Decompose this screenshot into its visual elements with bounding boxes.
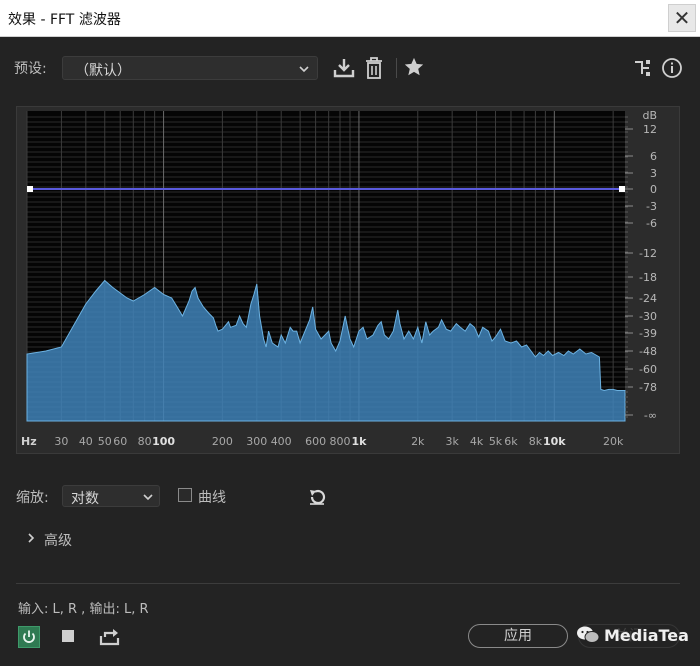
db-tick-label: -3 [646, 200, 657, 213]
footer-divider [16, 583, 680, 584]
apply-button[interactable]: 应用 [468, 624, 568, 648]
window-title: 效果 - FFT 滤波器 [8, 12, 121, 28]
db-tick-label: -6 [646, 217, 657, 230]
db-unit-label: dB [642, 109, 657, 122]
scale-dropdown[interactable]: 对数 [62, 485, 160, 507]
freq-tick-label: 4k [470, 435, 484, 448]
chevron-down-icon [143, 494, 153, 501]
freq-tick-label: 8k [529, 435, 543, 448]
curve-checkbox[interactable] [178, 488, 192, 502]
reset-icon[interactable] [307, 487, 327, 507]
db-tick-label: -48 [639, 345, 657, 358]
preset-dropdown[interactable]: （默认） [62, 56, 318, 80]
freq-tick-label: 60 [113, 435, 127, 448]
freq-tick-label: 10k [543, 435, 566, 448]
wechat-icon [577, 626, 600, 643]
filter-handle-right[interactable] [619, 186, 625, 192]
power-icon [23, 630, 35, 643]
freq-tick-label: 80 [138, 435, 152, 448]
title-bar: 效果 - FFT 滤波器 ✕ [0, 0, 700, 37]
freq-tick-label: 300 [246, 435, 267, 448]
watermark: MediaTea [570, 622, 697, 650]
freq-tick-label: 20k [603, 435, 624, 448]
freq-tick-label: 600 [305, 435, 326, 448]
freq-tick-label: 40 [79, 435, 93, 448]
db-tick-label: -24 [639, 292, 657, 305]
filter-handle-left[interactable] [27, 186, 33, 192]
save-preset-icon[interactable] [332, 56, 356, 80]
db-tick-label: 3 [650, 167, 657, 180]
preset-label: 预设: [14, 61, 47, 77]
star-favorite-icon[interactable] [403, 56, 425, 78]
freq-tick-label: 1k [351, 435, 367, 448]
db-tick-label: -∞ [644, 409, 657, 422]
chevron-down-icon [299, 66, 309, 73]
freq-tick-label: 3k [445, 435, 459, 448]
db-tick-label: -30 [639, 310, 657, 323]
curve-label: 曲线 [198, 490, 226, 506]
advanced-toggle[interactable]: 高级 [44, 530, 72, 550]
trash-icon[interactable] [363, 56, 385, 80]
scale-label: 缩放: [16, 490, 49, 506]
db-tick-label: -39 [639, 327, 657, 340]
fft-graph-panel: dB 12 6 3 0 -3 -6 -12 -18 -24 -30 -39 -48 -60 -78 -∞ H… [16, 106, 680, 454]
io-channels-text: 输入: L, R , 输出: L, R [18, 602, 149, 617]
freq-tick-label: 800 [330, 435, 351, 448]
loop-export-icon[interactable] [99, 627, 121, 647]
db-tick-label: -78 [639, 381, 657, 394]
freq-tick-label: 30 [54, 435, 68, 448]
stop-button[interactable] [62, 630, 74, 642]
freq-tick-label: 200 [212, 435, 233, 448]
db-tick-label: 0 [650, 183, 657, 196]
scale-value: 对数 [71, 491, 99, 507]
chevron-right-icon[interactable] [26, 532, 36, 544]
freq-tick-label: 5k [489, 435, 503, 448]
db-tick-label: -60 [639, 363, 657, 376]
preset-value: （默认） [75, 63, 131, 79]
db-tick-label: 12 [643, 123, 657, 136]
freq-tick-label: 400 [271, 435, 292, 448]
freq-tick-label: 2k [411, 435, 425, 448]
toolbar-divider [396, 58, 397, 78]
freq-tick-label: 6k [504, 435, 518, 448]
power-toggle-button[interactable] [18, 626, 40, 648]
freq-tick-label: 50 [98, 435, 112, 448]
freq-tick-label: 100 [152, 435, 175, 448]
watermark-text: MediaTea [604, 626, 689, 645]
db-tick-label: -18 [639, 271, 657, 284]
fft-spectrum-graph[interactable]: dB 12630-3-6-12-18-24-30-39-48-60-78-∞ H… [17, 107, 679, 453]
window-close-button[interactable]: ✕ [668, 4, 696, 32]
hz-unit-label: Hz [21, 435, 37, 448]
db-tick-label: -12 [639, 247, 657, 260]
info-icon[interactable] [661, 57, 683, 79]
routing-icon[interactable] [632, 58, 652, 78]
db-axis: dB 12 6 3 0 -3 -6 -12 -18 -24 -30 -39 -48 -60 -78 -∞ [625, 109, 657, 422]
db-tick-label: 6 [650, 150, 657, 163]
frequency-axis: Hz 30 40 50 60 80 100 200 300 400 600 800 1k 2k 3k 4k 5… [21, 435, 624, 448]
